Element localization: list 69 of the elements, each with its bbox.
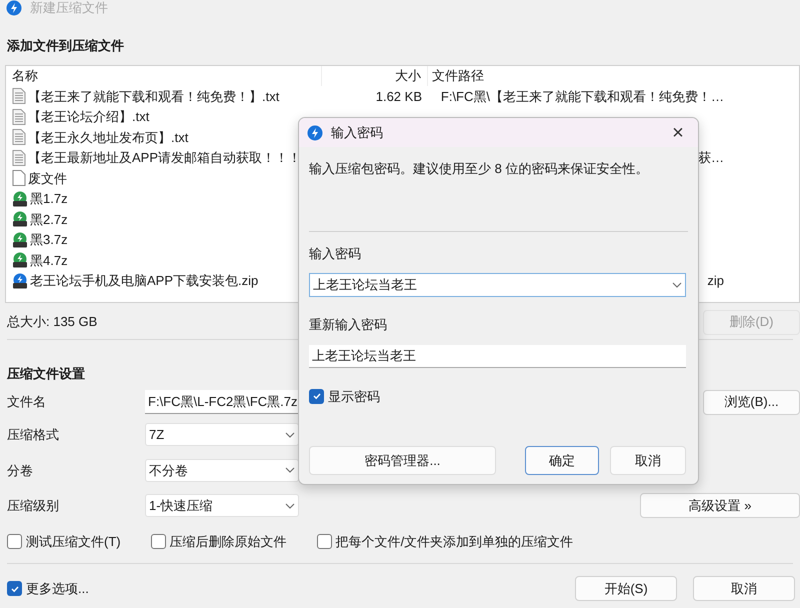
field-label: 文件名 xyxy=(7,393,47,412)
archive-icon xyxy=(12,272,28,289)
advanced-settings-button[interactable]: 高级设置 » xyxy=(640,493,800,518)
dialog-message: 输入压缩包密码。建议使用至少 8 位的密码来保证安全性。 xyxy=(309,160,650,178)
archive-icon xyxy=(12,190,28,207)
checkmark-icon xyxy=(312,391,322,402)
text-file-icon xyxy=(12,88,26,104)
app-logo-icon xyxy=(307,124,323,140)
file-name: 【老王论坛介绍】.txt xyxy=(28,108,150,126)
option-label: 把每个文件/文件夹添加到单独的压缩文件 xyxy=(336,532,574,551)
field-label: 输入密码 xyxy=(309,244,362,262)
chevron-down-icon xyxy=(672,282,682,288)
dialog-button[interactable]: 确定 xyxy=(525,446,599,475)
file-path: F:\FC黑\【老王来了就能下载和观看！纯免费！… xyxy=(440,88,724,104)
text-file-icon xyxy=(12,108,26,125)
cancel-button[interactable]: 取消 xyxy=(693,576,795,601)
dialog-button[interactable]: 取消 xyxy=(610,446,686,475)
file-icon xyxy=(12,170,26,186)
dropdown[interactable]: 1-快速压缩 xyxy=(145,494,299,518)
checkbox[interactable] xyxy=(7,534,22,549)
chevron-down-icon xyxy=(285,502,295,509)
field-label: 重新输入密码 xyxy=(309,316,388,334)
password-field[interactable]: 上老王论坛当老王 xyxy=(309,273,686,297)
start-button[interactable]: 开始(S) xyxy=(575,576,677,601)
checkbox[interactable] xyxy=(309,388,324,404)
checkbox[interactable] xyxy=(7,581,22,596)
section-heading: 压缩文件设置 xyxy=(7,365,85,383)
file-path: zip xyxy=(707,273,724,288)
field-label: 压缩格式 xyxy=(7,426,60,444)
file-name: 【老王永久地址发布页】.txt xyxy=(28,128,188,146)
file-name: 黑1.7z xyxy=(30,190,68,208)
chevron-down-icon xyxy=(285,467,295,474)
column-header[interactable]: 大小 xyxy=(322,66,428,86)
chevron-down-icon xyxy=(285,432,295,438)
checkbox[interactable] xyxy=(316,534,332,549)
text-file-icon xyxy=(12,129,26,146)
file-path: 获… xyxy=(698,150,724,165)
dialog-button[interactable]: 密码管理器... xyxy=(309,446,496,475)
app-logo-icon xyxy=(6,0,22,16)
archive-icon xyxy=(12,232,28,248)
browse-button[interactable]: 浏览(B)... xyxy=(703,390,800,414)
dialog-title: 输入密码 xyxy=(331,124,384,142)
file-name: 黑2.7z xyxy=(30,210,68,228)
total-size: 总大小: 135 GB xyxy=(7,313,98,332)
option-label: 测试压缩文件(T) xyxy=(26,532,121,551)
archive-icon xyxy=(12,252,28,268)
text-file-icon xyxy=(12,150,26,166)
archive-icon xyxy=(12,211,28,228)
option-label: 压缩后删除原始文件 xyxy=(170,532,287,551)
close-button[interactable]: × xyxy=(666,122,690,142)
field-label: 压缩级别 xyxy=(7,497,60,515)
file-name: 废文件 xyxy=(28,170,67,188)
file-name: 黑4.7z xyxy=(30,252,68,270)
field-label: 分卷 xyxy=(7,462,34,480)
file-name: 【老王最新地址及APP请发邮箱自动获取！！！ xyxy=(28,149,302,167)
option-label: 更多选项... xyxy=(26,580,89,598)
checkbox[interactable] xyxy=(150,534,166,549)
dropdown[interactable]: 7Z xyxy=(145,423,299,446)
file-name: 老王论坛手机及电脑APP下载安装包.zip xyxy=(30,272,258,290)
confirm-password-field[interactable]: 上老王论坛当老王 xyxy=(309,344,686,368)
section-heading: 添加文件到压缩文件 xyxy=(7,37,124,55)
column-header[interactable]: 名称 xyxy=(6,66,322,86)
file-name: 黑3.7z xyxy=(30,231,68,249)
dropdown[interactable]: 不分卷 xyxy=(145,458,299,482)
file-size: 1.62 KB xyxy=(376,88,422,104)
column-header[interactable]: 文件路径 xyxy=(428,66,484,86)
option-label: 显示密码 xyxy=(328,388,380,406)
file-name: 【老王来了就能下载和观看！纯免费！】.txt xyxy=(28,88,280,106)
window-title: 新建压缩文件 xyxy=(30,0,108,18)
